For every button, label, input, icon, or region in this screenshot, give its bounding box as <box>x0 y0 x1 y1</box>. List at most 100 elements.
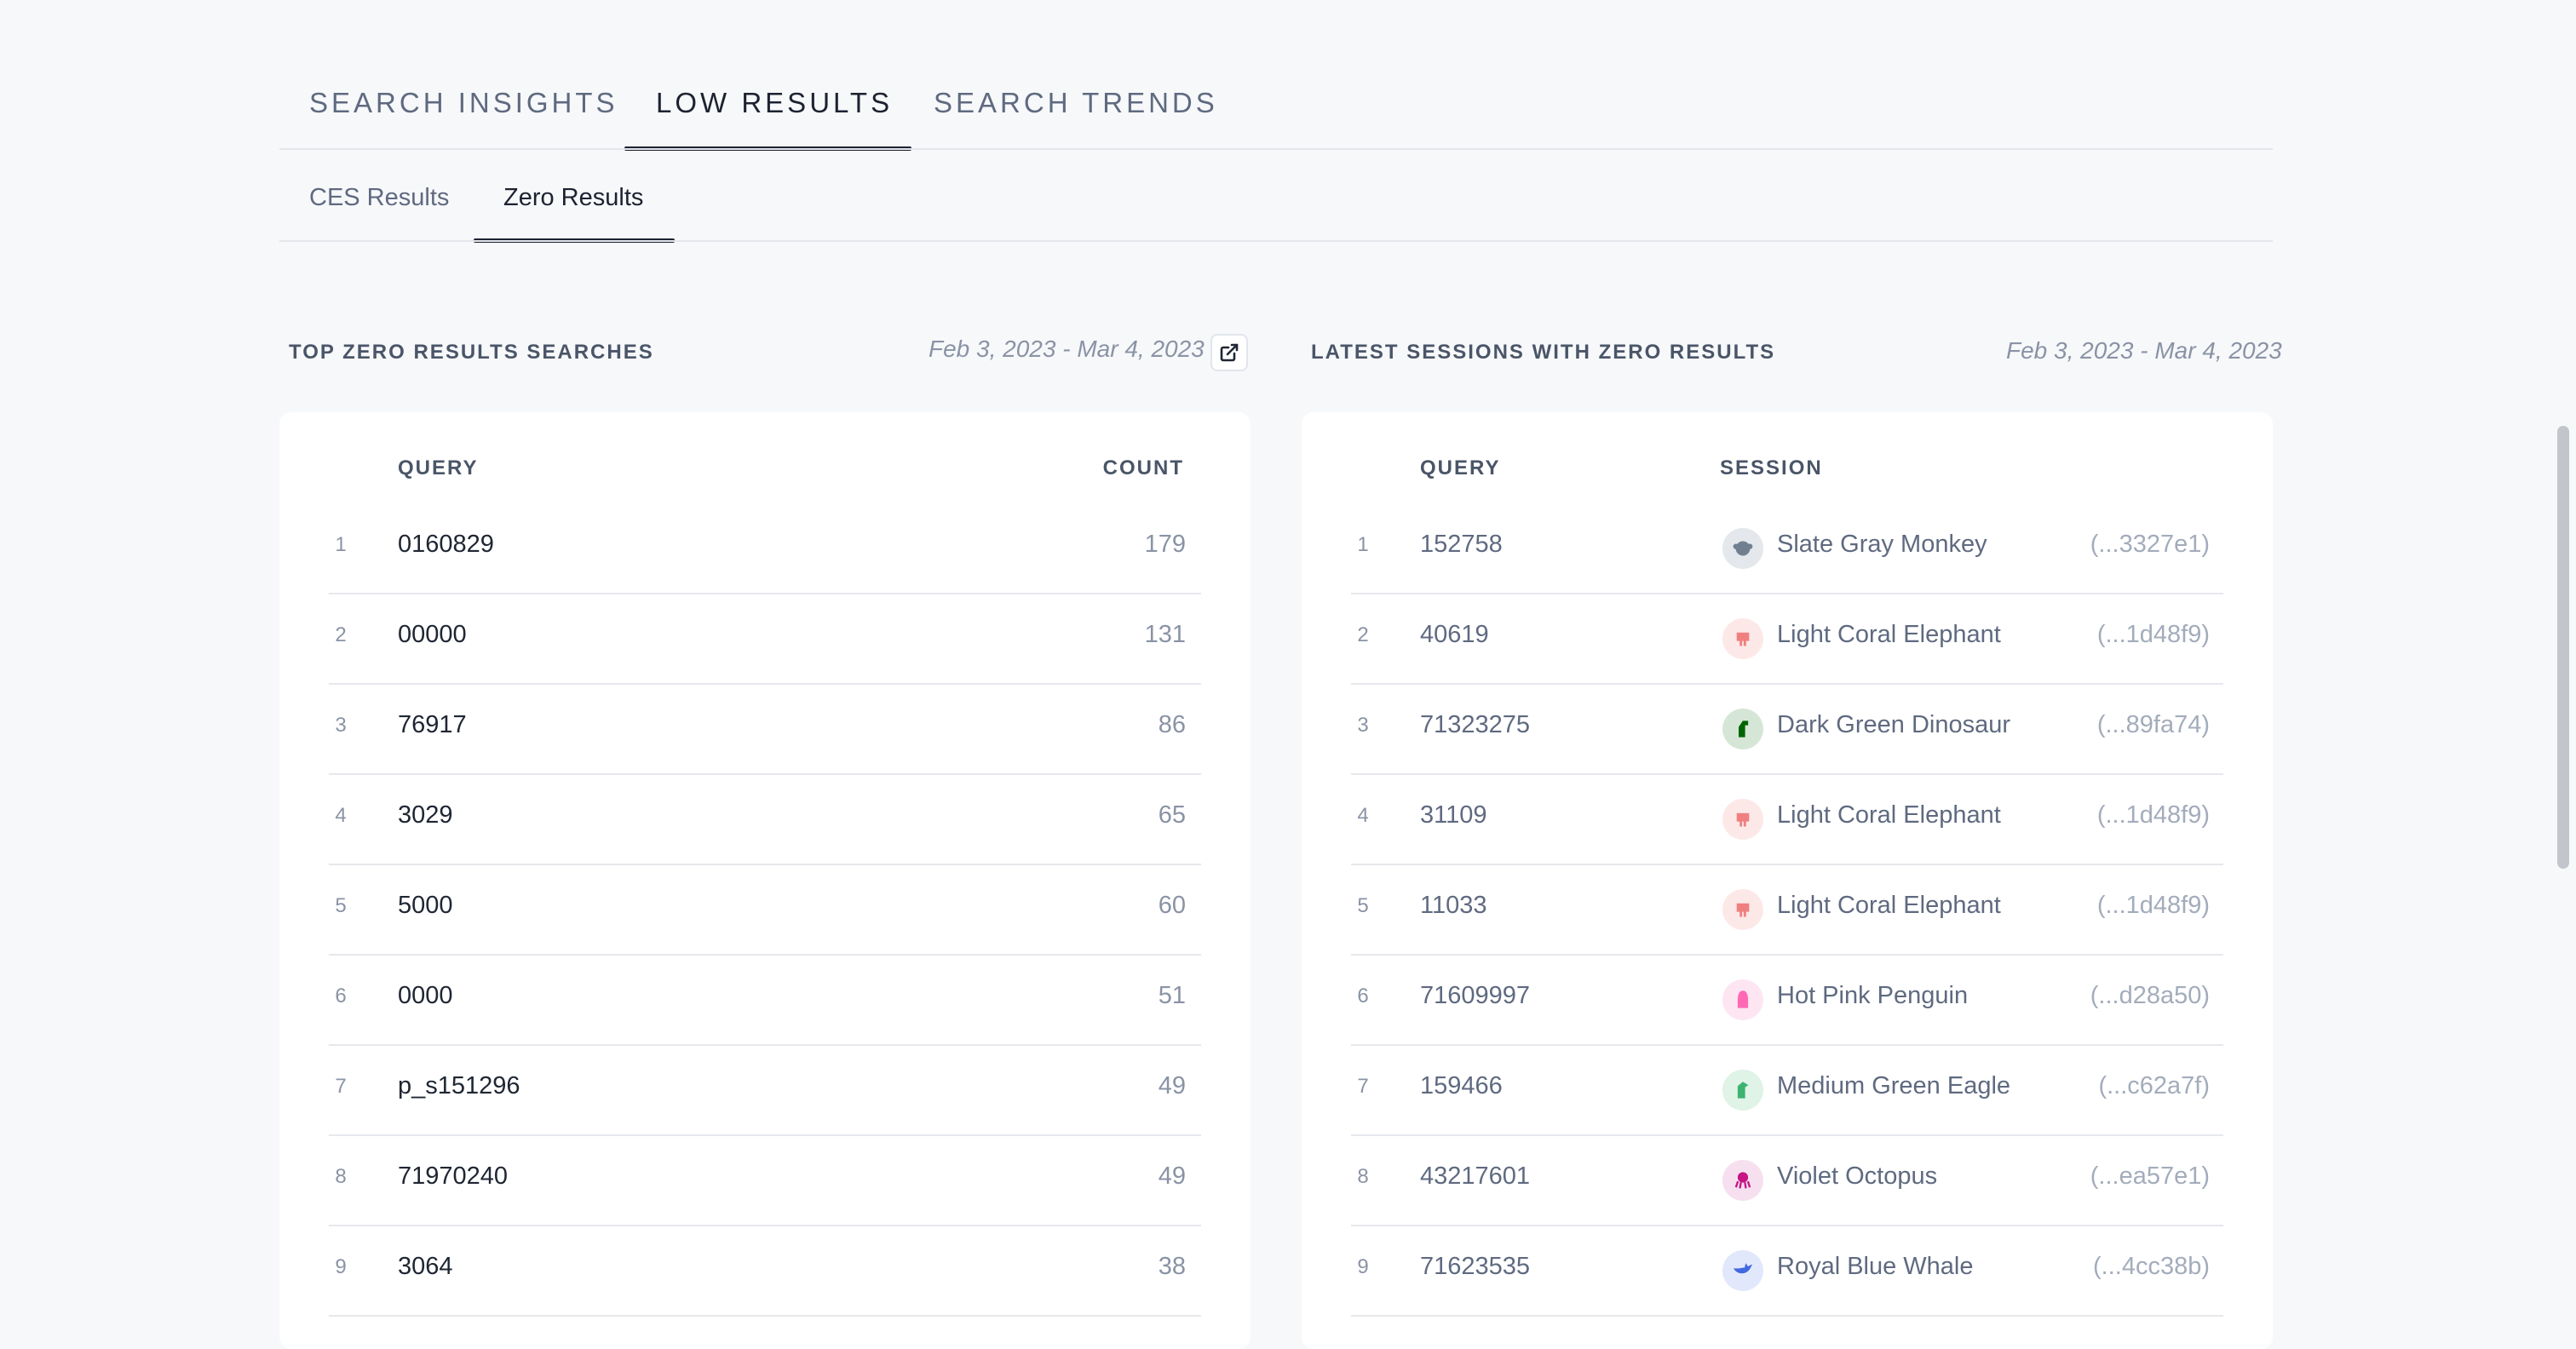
query-text: 76917 <box>398 711 467 738</box>
avatar <box>1722 799 1763 840</box>
query-text: 71970240 <box>398 1162 509 1190</box>
row-rank: 4 <box>335 804 347 827</box>
query-count: 86 <box>1158 711 1186 738</box>
query-count: 179 <box>1144 531 1186 558</box>
session-name[interactable]: Royal Blue Whale <box>1777 1253 1974 1281</box>
table-row[interactable]: 5 5000 60 <box>329 864 1201 956</box>
avatar <box>1722 1250 1763 1291</box>
row-rank: 5 <box>335 894 347 917</box>
row-rank: 1 <box>1357 533 1369 556</box>
query-text: 3064 <box>398 1253 453 1280</box>
tab-low-results[interactable]: LOW RESULTS <box>656 87 893 119</box>
table-row[interactable]: 5 11033 Light Coral Elephant (...1d48f9) <box>1351 864 2223 956</box>
session-name[interactable]: Slate Gray Monkey <box>1777 531 1987 559</box>
main-tab-bar: SEARCH INSIGHTS LOW RESULTS SEARCH TREND… <box>279 0 2273 151</box>
avatar <box>1722 709 1763 749</box>
whale-icon <box>1733 1263 1753 1274</box>
table-row[interactable]: 2 00000 131 <box>329 593 1201 685</box>
query-text: 5000 <box>398 892 453 919</box>
query-count: 51 <box>1158 982 1186 1009</box>
table-row[interactable]: 7 159466 Medium Green Eagle (...c62a7f) <box>1351 1044 2223 1136</box>
scrollbar-thumb[interactable] <box>2557 426 2569 869</box>
monkey-icon <box>1733 541 1753 556</box>
row-rank: 5 <box>1357 894 1369 917</box>
session-name[interactable]: Violet Octopus <box>1777 1162 1937 1191</box>
table-row[interactable]: 8 43217601 Violet Octopus (...ea57e1) <box>1351 1134 2223 1226</box>
tab-search-insights[interactable]: SEARCH INSIGHTS <box>309 87 618 119</box>
row-rank: 9 <box>1357 1255 1369 1278</box>
row-rank: 2 <box>1357 623 1369 646</box>
session-id: (...89fa74) <box>2096 711 2210 738</box>
left-panel-title: TOP ZERO RESULTS SEARCHES <box>289 341 654 364</box>
query-count: 60 <box>1158 892 1186 919</box>
col-header-session: SESSION <box>1720 456 1823 479</box>
table-row[interactable]: 4 3029 65 <box>329 773 1201 865</box>
session-name[interactable]: Hot Pink Penguin <box>1777 982 1968 1010</box>
latest-sessions-table: QUERY SESSION 1 152758 Slate Gray Monkey (.… <box>1302 412 2273 1349</box>
session-id: (...4cc38b) <box>2093 1253 2210 1280</box>
query-text: 152758 <box>1420 531 1503 558</box>
table-row[interactable]: 2 40619 Light Coral Elephant (...1d48f9) <box>1351 593 2223 685</box>
query-text: 3029 <box>398 801 453 829</box>
avatar <box>1722 889 1763 930</box>
left-date-range[interactable]: Feb 3, 2023 - Mar 4, 2023 <box>929 336 1205 363</box>
row-rank: 4 <box>1357 804 1369 827</box>
table-row[interactable]: 6 0000 51 <box>329 954 1201 1046</box>
row-rank: 6 <box>335 984 347 1007</box>
session-id: (...3327e1) <box>2090 531 2210 558</box>
table-row[interactable]: 8 71970240 49 <box>329 1134 1201 1226</box>
table-row[interactable]: 6 71609997 Hot Pink Penguin (...d28a50) <box>1351 954 2223 1046</box>
session-name[interactable]: Light Coral Elephant <box>1777 801 2001 829</box>
table-row[interactable]: 1 0160829 179 <box>329 502 1201 594</box>
query-text: p_s151296 <box>398 1072 520 1099</box>
session-name[interactable]: Light Coral Elephant <box>1777 621 2001 649</box>
row-rank: 7 <box>1357 1075 1369 1098</box>
query-text: 31109 <box>1420 801 1487 829</box>
elephant-icon <box>1736 632 1750 646</box>
query-text: 71623535 <box>1420 1253 1531 1280</box>
table-row[interactable]: 9 3064 38 <box>329 1225 1201 1317</box>
dinosaur-icon <box>1739 720 1749 738</box>
tab-search-trends[interactable]: SEARCH TRENDS <box>934 87 1218 119</box>
eagle-icon <box>1737 1082 1749 1099</box>
avatar <box>1722 528 1763 569</box>
col-header-query: QUERY <box>1420 456 1501 479</box>
row-rank: 8 <box>335 1165 347 1188</box>
table-row[interactable]: 3 76917 86 <box>329 683 1201 775</box>
tab-ces-results[interactable]: CES Results <box>309 184 449 212</box>
query-text: 40619 <box>1420 621 1489 648</box>
query-count: 38 <box>1158 1253 1186 1280</box>
query-text: 159466 <box>1420 1072 1503 1099</box>
row-rank: 1 <box>335 533 347 556</box>
table-row[interactable]: 3 71323275 Dark Green Dinosaur (...89fa74) <box>1351 683 2223 775</box>
row-rank: 6 <box>1357 984 1369 1007</box>
session-name[interactable]: Medium Green Eagle <box>1777 1072 2010 1100</box>
table-row[interactable]: 7 p_s151296 49 <box>329 1044 1201 1136</box>
row-rank: 8 <box>1357 1165 1369 1188</box>
top-zero-results-table: QUERY COUNT 1 0160829 179 2 00000 131 3 76917 86… <box>279 412 1251 1349</box>
table-row[interactable]: 9 71623535 Royal Blue Whale (...4cc38b) <box>1351 1225 2223 1317</box>
avatar <box>1722 979 1763 1020</box>
avatar <box>1722 1160 1763 1201</box>
session-id: (...1d48f9) <box>2096 621 2210 648</box>
session-name[interactable]: Dark Green Dinosaur <box>1777 711 2010 739</box>
query-text: 00000 <box>398 621 467 648</box>
query-text: 0000 <box>398 982 453 1009</box>
elephant-icon <box>1736 812 1750 827</box>
penguin-icon <box>1737 990 1749 1008</box>
subtab-divider <box>279 240 2273 242</box>
query-text: 43217601 <box>1420 1162 1531 1190</box>
session-name[interactable]: Light Coral Elephant <box>1777 892 2001 920</box>
elephant-icon <box>1736 903 1750 917</box>
table-row[interactable]: 1 152758 Slate Gray Monkey (...3327e1) <box>1351 502 2223 594</box>
octopus-icon <box>1734 1172 1751 1189</box>
export-button[interactable] <box>1210 334 1248 371</box>
table-row[interactable]: 4 31109 Light Coral Elephant (...1d48f9) <box>1351 773 2223 865</box>
query-count: 131 <box>1144 621 1186 648</box>
row-rank: 3 <box>1357 714 1369 737</box>
session-id: (...1d48f9) <box>2096 892 2210 919</box>
sub-tab-bar: CES Results Zero Results <box>279 150 2273 244</box>
right-date-range[interactable]: Feb 3, 2023 - Mar 4, 2023 <box>2006 337 2282 365</box>
tab-zero-results[interactable]: Zero Results <box>503 184 643 212</box>
avatar <box>1722 1070 1763 1111</box>
